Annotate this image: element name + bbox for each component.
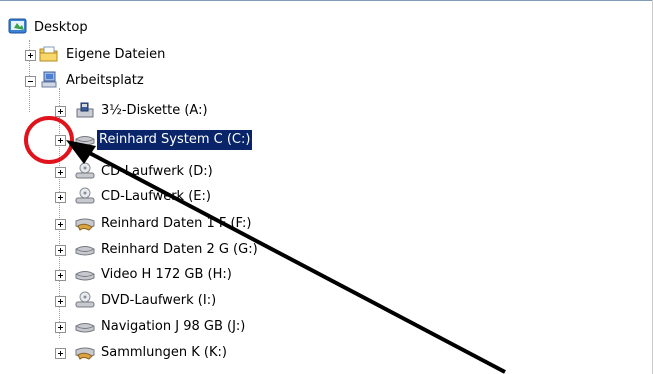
expand-button[interactable] [55,106,66,117]
expand-button[interactable] [55,167,66,178]
cd-drive-icon [75,291,95,309]
expand-button[interactable] [55,135,66,146]
tree-item-drive-a[interactable]: 3½-Diskette (A:) [55,98,305,124]
tree-item-label: DVD-Laufwerk (I:) [101,293,217,308]
collapse-button[interactable] [25,76,36,87]
expand-button[interactable] [55,296,66,307]
tree-item-drive-k[interactable]: Sammlungen K (K:) [55,340,325,366]
tree-item-eigene-dateien[interactable]: Eigene Dateien [25,42,245,68]
tree-item-drive-i[interactable]: DVD-Laufwerk (I:) [55,288,305,314]
tree-item-label: Eigene Dateien [66,47,166,62]
shared-drive-icon [75,214,95,232]
desktop-icon [8,18,28,36]
tree-item-drive-g[interactable]: Reinhard Daten 2 G (G:) [55,237,325,263]
tree-item-label: Navigation J 98 GB (J:) [101,319,246,334]
hard-drive-icon [75,240,95,258]
tree-item-label: Desktop [34,20,88,35]
shared-drive-icon [75,343,95,361]
floppy-drive-icon [75,101,95,119]
tree-item-label: Video H 172 GB (H:) [101,267,232,282]
tree-item-label: Reinhard Daten 1 F (F:) [101,216,252,231]
expand-button[interactable] [55,219,66,230]
expand-button[interactable] [55,322,66,333]
tree-item-label: CD-Laufwerk (D:) [101,164,213,179]
tree-item-drive-e[interactable]: CD-Laufwerk (E:) [55,184,305,210]
folder-documents-icon [39,45,59,63]
tree-item-drive-h[interactable]: Video H 172 GB (H:) [55,262,325,288]
hard-drive-icon [75,130,95,148]
tree-item-label: Sammlungen K (K:) [101,345,227,360]
tree-item-label: 3½-Diskette (A:) [101,103,208,118]
tree-item-drive-c[interactable]: Reinhard System C (C:) [55,127,325,153]
tree-item-label: Reinhard Daten 2 G (G:) [101,242,258,257]
folder-tree: Desktop Eigene Dateien Arbeitsplatz 3½-D… [0,0,653,374]
expand-button[interactable] [55,192,66,203]
expand-button[interactable] [55,270,66,281]
tree-item-arbeitsplatz[interactable]: Arbeitsplatz [25,68,245,94]
tree-item-drive-j[interactable]: Navigation J 98 GB (J:) [55,314,325,340]
tree-item-label: Reinhard System C (C:) [97,130,253,150]
expand-button[interactable] [55,245,66,256]
my-computer-icon [39,71,59,89]
tree-item-desktop[interactable]: Desktop [8,15,208,41]
tree-item-label: Arbeitsplatz [66,73,144,88]
tree-item-drive-f[interactable]: Reinhard Daten 1 F (F:) [55,211,325,237]
hard-drive-icon [75,265,95,283]
cd-drive-icon [75,162,95,180]
tree-item-label: CD-Laufwerk (E:) [101,189,211,204]
expand-button[interactable] [25,50,36,61]
hard-drive-icon [75,317,95,335]
expand-button[interactable] [55,348,66,359]
cd-drive-icon [75,187,95,205]
tree-item-drive-d[interactable]: CD-Laufwerk (D:) [55,159,305,185]
